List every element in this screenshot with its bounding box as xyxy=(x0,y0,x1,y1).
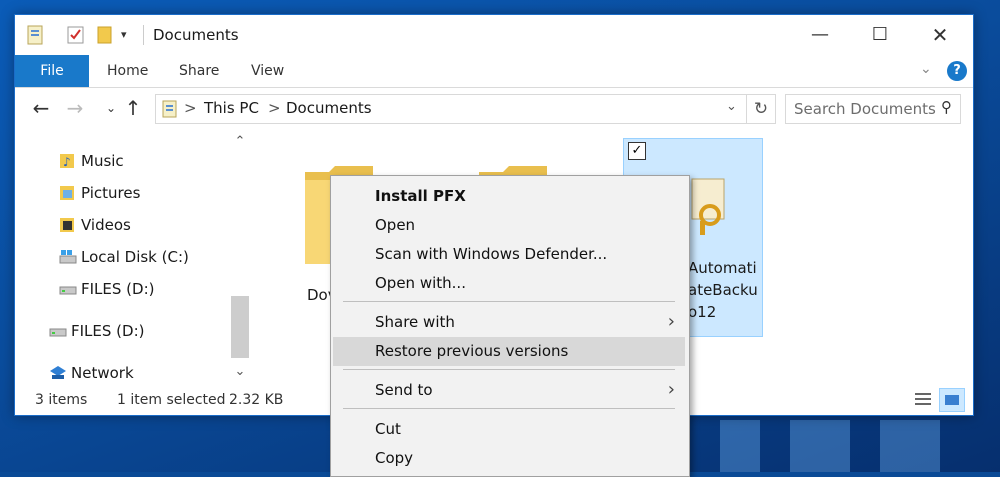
menu-separator xyxy=(343,369,675,370)
search-input[interactable]: Search Documents ⚲ xyxy=(785,94,961,124)
menu-item-share-with[interactable]: Share with › xyxy=(333,308,685,337)
breadcrumb-separator: > xyxy=(268,99,281,117)
expand-ribbon-chevron-icon[interactable]: ⌄ xyxy=(920,61,932,77)
address-bar[interactable]: > This PC > Documents ⌄ xyxy=(155,94,747,124)
desktop-light-beam xyxy=(790,420,850,472)
explorer-doc-icon xyxy=(27,25,43,45)
nav-item-label: Music xyxy=(81,152,124,170)
nav-item-label: Network xyxy=(71,364,134,382)
breadcrumb-this-pc[interactable]: This PC xyxy=(204,99,259,117)
file-label-line: o12 xyxy=(688,303,717,321)
up-arrow-icon[interactable]: ↑ xyxy=(121,96,145,120)
title-bar[interactable]: ▾ Documents — ☐ ✕ xyxy=(15,15,973,55)
minimize-button[interactable]: — xyxy=(790,15,850,55)
new-folder-icon[interactable] xyxy=(97,25,113,45)
quick-access-dropdown-icon[interactable]: ▾ xyxy=(121,25,127,45)
menu-item-send-to[interactable]: Send to › xyxy=(333,376,685,405)
music-icon: ♪ xyxy=(60,154,74,169)
pictures-icon xyxy=(60,186,74,200)
properties-icon[interactable] xyxy=(67,25,85,45)
help-icon[interactable]: ? xyxy=(947,61,967,81)
tab-file[interactable]: File xyxy=(15,55,89,87)
videos-icon xyxy=(60,218,74,232)
local-disk-icon xyxy=(59,250,77,264)
nav-item-label: Videos xyxy=(81,216,131,234)
maximize-button[interactable]: ☐ xyxy=(850,15,910,55)
breadcrumb-documents[interactable]: Documents xyxy=(286,99,372,117)
file-label-line: Automati xyxy=(688,259,757,277)
svg-text:♪: ♪ xyxy=(63,155,71,169)
item-count: 3 items xyxy=(35,392,88,408)
nav-item-label: Pictures xyxy=(81,184,141,202)
recent-locations-chevron-icon[interactable]: ⌄ xyxy=(99,96,123,120)
menu-item-copy[interactable]: Copy xyxy=(333,444,685,473)
desktop-light-beam xyxy=(720,420,760,472)
breadcrumb-separator: > xyxy=(184,99,197,117)
item-checkbox[interactable]: ✓ xyxy=(628,142,646,160)
close-button[interactable]: ✕ xyxy=(910,15,970,55)
nav-item-label: Local Disk (C:) xyxy=(81,248,189,266)
details-view-icon[interactable] xyxy=(911,388,935,410)
context-menu: Install PFX Open Scan with Windows Defen… xyxy=(330,175,690,477)
forward-arrow-icon[interactable]: → xyxy=(63,96,87,120)
large-icons-view-icon[interactable] xyxy=(939,388,965,412)
menu-separator xyxy=(343,408,675,409)
documents-location-icon xyxy=(162,100,177,118)
scroll-down-icon[interactable]: ⌄ xyxy=(229,364,251,379)
tab-view[interactable]: View xyxy=(251,55,284,87)
menu-item-cut[interactable]: Cut xyxy=(333,415,685,444)
scroll-up-icon[interactable]: ⌃ xyxy=(229,134,251,149)
back-arrow-icon[interactable]: ← xyxy=(29,96,53,120)
address-dropdown-icon[interactable]: ⌄ xyxy=(726,99,737,114)
selection-size: 2.32 KB xyxy=(229,392,284,408)
certificate-key-icon xyxy=(691,178,725,235)
menu-item-scan-defender[interactable]: Scan with Windows Defender... xyxy=(333,240,685,269)
search-placeholder: Search Documents xyxy=(794,100,936,118)
nav-item-label: FILES (D:) xyxy=(81,280,155,298)
scrollbar-thumb[interactable] xyxy=(231,296,249,358)
tab-home[interactable]: Home xyxy=(107,55,148,87)
nav-scrollbar[interactable]: ⌃ ⌄ xyxy=(229,128,251,386)
submenu-arrow-icon: › xyxy=(667,311,675,332)
menu-item-install-pfx[interactable]: Install PFX xyxy=(333,182,685,211)
ribbon-tabs: File Home Share View ⌄ ? xyxy=(15,55,973,88)
menu-item-open-with[interactable]: Open with... xyxy=(333,269,685,298)
submenu-arrow-icon: › xyxy=(667,379,675,400)
navigation-row: ← → ⌄ ↑ > This PC > Documents ⌄ ↻ Search… xyxy=(15,88,973,128)
refresh-icon[interactable]: ↻ xyxy=(747,94,776,124)
nav-item-label: FILES (D:) xyxy=(71,322,145,340)
selection-count: 1 item selected xyxy=(117,392,226,408)
drive-icon xyxy=(59,286,77,295)
desktop-light-beam xyxy=(880,420,940,472)
menu-separator xyxy=(343,301,675,302)
menu-item-open[interactable]: Open xyxy=(333,211,685,240)
menu-item-restore-previous-versions[interactable]: Restore previous versions xyxy=(333,337,685,366)
network-icon xyxy=(50,366,66,379)
navigation-pane: ♪ Music Pictures Videos Local Disk (C:) … xyxy=(15,128,255,386)
title-divider xyxy=(143,25,144,45)
tab-share[interactable]: Share xyxy=(179,55,219,87)
search-icon: ⚲ xyxy=(941,98,952,116)
file-label-line: ateBacku xyxy=(688,281,758,299)
drive-icon xyxy=(49,328,67,337)
window-title: Documents xyxy=(153,26,239,44)
